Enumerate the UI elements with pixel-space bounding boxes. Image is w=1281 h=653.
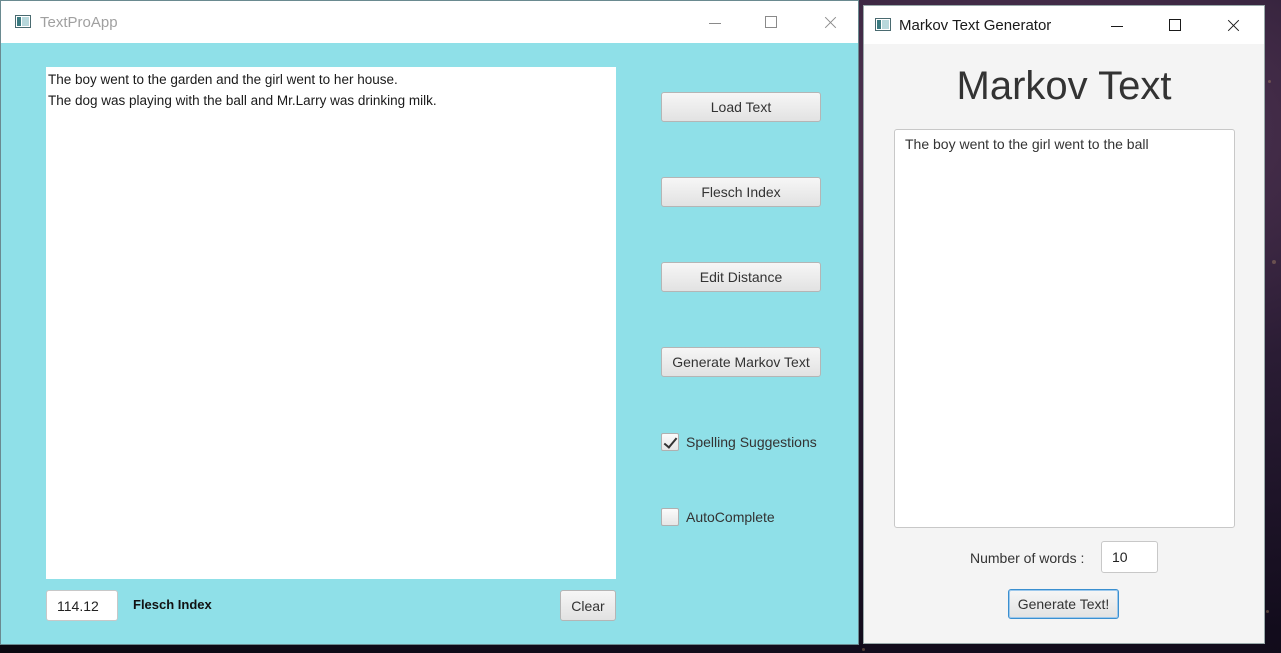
load-text-button[interactable]: Load Text bbox=[661, 92, 821, 122]
window-title: Markov Text Generator bbox=[899, 17, 1052, 34]
generate-text-button[interactable]: Generate Text! bbox=[1008, 589, 1119, 619]
edit-distance-button[interactable]: Edit Distance bbox=[661, 262, 821, 292]
textpro-titlebar[interactable]: TextProApp bbox=[1, 1, 858, 43]
maximize-icon[interactable] bbox=[748, 7, 794, 37]
minimize-icon[interactable] bbox=[692, 7, 738, 37]
text-line: The dog was playing with the ball and Mr… bbox=[48, 93, 437, 108]
markov-titlebar[interactable]: Markov Text Generator bbox=[864, 6, 1264, 44]
close-icon[interactable] bbox=[807, 7, 853, 37]
autocomplete-label: AutoComplete bbox=[686, 509, 775, 525]
checkbox-icon[interactable] bbox=[661, 508, 679, 526]
maximize-icon[interactable] bbox=[1152, 10, 1198, 40]
textpro-window: TextProApp The boy went to the garden an… bbox=[0, 0, 859, 645]
autocomplete-checkbox[interactable]: AutoComplete bbox=[661, 508, 775, 526]
checkmark-icon[interactable] bbox=[661, 433, 679, 451]
spelling-suggestions-checkbox[interactable]: Spelling Suggestions bbox=[661, 433, 817, 451]
markov-heading: Markov Text bbox=[956, 64, 1172, 108]
flesch-index-label: Flesch Index bbox=[133, 597, 212, 612]
number-of-words-input[interactable]: 10 bbox=[1101, 541, 1158, 573]
close-icon[interactable] bbox=[1210, 10, 1256, 40]
number-of-words-label: Number of words : bbox=[970, 550, 1085, 566]
flesch-index-button[interactable]: Flesch Index bbox=[661, 177, 821, 207]
window-title: TextProApp bbox=[40, 14, 118, 31]
minimize-icon[interactable] bbox=[1094, 10, 1140, 40]
flesch-score-field[interactable]: 114.12 bbox=[46, 590, 118, 621]
app-window-icon bbox=[15, 15, 31, 28]
generate-markov-button[interactable]: Generate Markov Text bbox=[661, 347, 821, 377]
markov-output-area[interactable]: The boy went to the girl went to the bal… bbox=[894, 129, 1235, 528]
app-window-icon bbox=[875, 18, 891, 31]
clear-button[interactable]: Clear bbox=[560, 590, 616, 621]
spelling-suggestions-label: Spelling Suggestions bbox=[686, 434, 817, 450]
main-text-area[interactable]: The boy went to the garden and the girl … bbox=[46, 67, 616, 579]
text-line: The boy went to the garden and the girl … bbox=[48, 72, 398, 87]
markov-window: Markov Text Generator Markov Text The bo… bbox=[863, 5, 1265, 644]
